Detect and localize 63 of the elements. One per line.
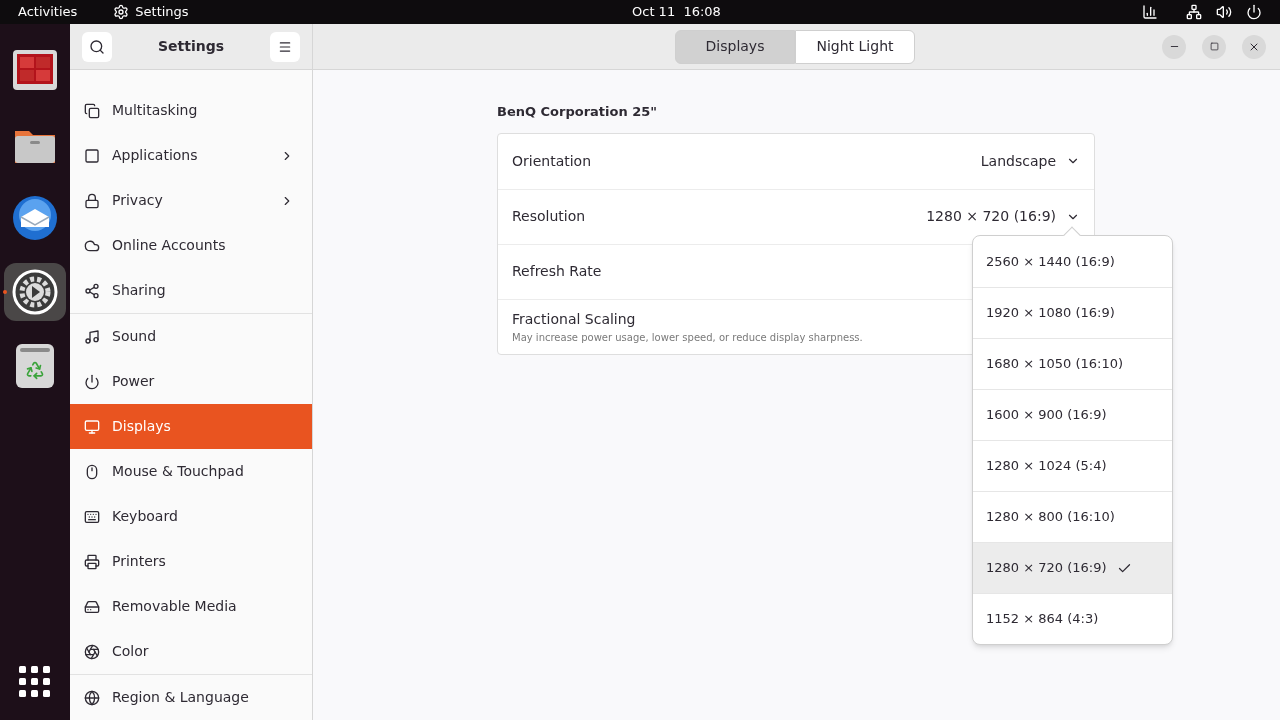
maximize-button[interactable] (1202, 34, 1226, 59)
search-button[interactable] (82, 31, 112, 62)
tab[interactable]: Displays (675, 29, 795, 64)
sidebar-item[interactable]: Privacy (70, 178, 312, 223)
keyboard-icon (84, 508, 100, 525)
gear-icon[interactable] (4, 263, 66, 321)
app-grid-icon[interactable] (19, 666, 51, 698)
power-icon (84, 373, 100, 390)
monitor-icon (84, 418, 100, 435)
workspace-icon[interactable] (12, 49, 58, 91)
row-value: 1280 × 720 (16:9) (926, 207, 1056, 226)
row-label: Fractional Scaling (512, 309, 637, 329)
menu-icon (278, 39, 292, 54)
mail-icon[interactable] (12, 195, 58, 241)
resolution-option[interactable]: 1152 × 864 (4:3) (973, 593, 1172, 644)
resolution-option[interactable]: 1600 × 900 (16:9) (973, 389, 1172, 440)
share-icon (84, 282, 100, 299)
square-icon (84, 147, 100, 164)
chart-icon[interactable] (1142, 4, 1158, 20)
sidebar-item[interactable]: Displays (70, 404, 312, 449)
drive-icon (84, 598, 100, 615)
network-icon[interactable] (1186, 4, 1202, 20)
tab[interactable]: Night Light (795, 29, 915, 64)
settings-row[interactable]: Orientation Landscape (498, 133, 1094, 189)
menu-button[interactable] (270, 31, 300, 62)
search-icon (89, 38, 105, 55)
sidebar-item[interactable]: Keyboard (70, 494, 312, 539)
activities-button[interactable]: Activities (18, 2, 78, 22)
monitor-name: BenQ Corporation 25" (497, 103, 659, 121)
sidebar-item[interactable]: Removable Media (70, 584, 312, 629)
app-menu[interactable]: Settings (135, 2, 189, 22)
sidebar-item[interactable]: Sound (70, 314, 312, 359)
sidebar-title: Settings (157, 37, 225, 56)
row-subtitle: May increase power usage, lower speed, or reduce display sharpness. (512, 330, 863, 345)
sidebar-item[interactable]: Region & Language (70, 675, 312, 720)
sidebar-item[interactable]: Sharing (70, 268, 312, 313)
power-icon[interactable] (1246, 4, 1262, 20)
sidebar-item[interactable]: Multitasking (70, 88, 312, 133)
resolution-option[interactable]: 1280 × 720 (16:9) (973, 542, 1172, 593)
sidebar-item[interactable]: Color (70, 629, 312, 674)
row-label: Refresh Rate (512, 262, 602, 281)
row-label: Resolution (512, 207, 586, 226)
lock-icon (84, 192, 100, 209)
aperture-icon (84, 643, 100, 660)
settings-icon (113, 4, 130, 20)
sidebar-item[interactable]: Printers (70, 539, 312, 584)
row-value: Landscape (980, 151, 1056, 171)
volume-icon[interactable] (1216, 4, 1232, 20)
resolution-option[interactable]: 1680 × 1050 (16:10) (973, 338, 1172, 389)
sidebar-item[interactable]: Applications (70, 133, 312, 178)
clock[interactable]: Oct 11 16:08 (632, 2, 721, 22)
windows-icon (84, 102, 100, 119)
sidebar-item[interactable]: Mouse & Touchpad (70, 449, 312, 494)
sidebar-item[interactable]: Online Accounts (70, 223, 312, 268)
resolution-option[interactable]: 1920 × 1080 (16:9) (973, 287, 1172, 338)
maximize-icon (1209, 42, 1219, 51)
globe-icon (84, 689, 100, 706)
music-note-icon (84, 328, 100, 345)
sidebar-item[interactable]: Power (70, 359, 312, 404)
mouse-icon (84, 463, 100, 480)
row-label: Orientation (512, 151, 592, 171)
printer-icon (84, 553, 100, 570)
resolution-option[interactable]: 1280 × 1024 (5:4) (973, 440, 1172, 491)
